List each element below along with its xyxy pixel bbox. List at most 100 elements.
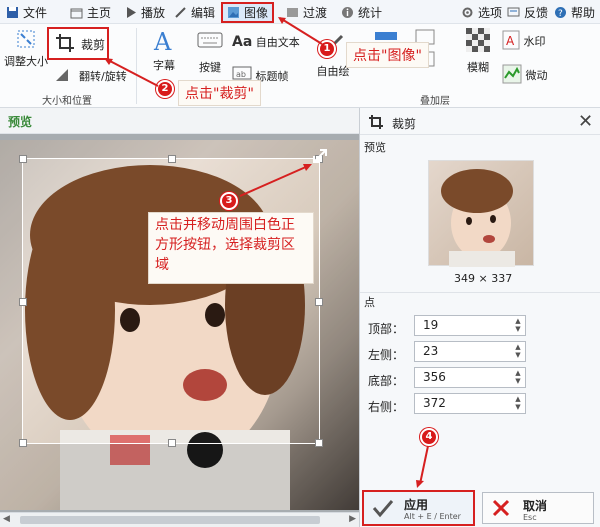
left-label: 左侧： — [368, 348, 405, 362]
panel-divider-2 — [360, 292, 600, 293]
points-label: 点 — [364, 296, 375, 309]
menu-edit[interactable]: 编辑 — [174, 3, 215, 21]
step3-callout: 点击并移动周围白色正方形按钮，选择裁剪区域 — [148, 212, 314, 284]
cancel-label: 取消 — [523, 499, 548, 513]
crop-preview-thumbnail — [428, 160, 534, 267]
watermark-icon: A — [502, 30, 520, 53]
step2-arrow — [104, 58, 159, 87]
menu-stats[interactable]: 统计 — [341, 3, 382, 21]
bottom-value: 356 — [423, 370, 446, 384]
step2-callout: 点击"裁剪" — [178, 80, 261, 106]
cancel-button[interactable]: 取消 Esc — [482, 492, 594, 524]
svg-text:A: A — [506, 34, 515, 48]
play-icon — [124, 6, 137, 19]
jitter-label: 微动 — [525, 69, 548, 82]
apply-shortcut: Alt + E / Enter — [404, 512, 461, 521]
menu-help[interactable]: ? 帮助 — [554, 3, 595, 21]
svg-text:ab: ab — [236, 70, 246, 79]
menu-file[interactable]: 文件 — [6, 3, 47, 21]
panel-title: 裁剪 — [392, 117, 417, 131]
top-value: 19 — [423, 318, 439, 332]
top-stepper-icon[interactable]: ▲ ▼ — [513, 317, 523, 334]
right-stepper-icon[interactable]: ▲ ▼ — [513, 395, 523, 412]
check-icon — [372, 498, 394, 521]
menu-edit-label: 编辑 — [191, 5, 216, 20]
resize-label: 调整大小 — [4, 55, 48, 68]
crop-handle-bottom-left[interactable] — [19, 439, 27, 447]
apply-label: 应用 — [404, 498, 429, 512]
crop-handle-left[interactable] — [19, 298, 27, 306]
menu-feedback-label: 反馈 — [524, 5, 549, 20]
pencil-icon — [174, 6, 187, 19]
menu-home-label: 主页 — [87, 5, 112, 20]
crop-dimensions: 349 × 337 — [454, 272, 513, 285]
menu-home[interactable]: 主页 — [70, 3, 111, 21]
home-icon — [70, 6, 83, 19]
crop-label: 裁剪 — [81, 38, 106, 52]
keys-button[interactable]: 按键 — [190, 30, 230, 74]
step1-arrow — [278, 17, 323, 45]
apply-button[interactable]: 应用 Alt + E / Enter — [362, 490, 475, 526]
crop-handle-right[interactable] — [315, 298, 323, 306]
horizontal-scrollbar[interactable]: ◀ ▶ — [0, 512, 360, 527]
crop-handle-bottom-right[interactable] — [315, 439, 323, 447]
image-icon — [227, 6, 240, 19]
crop-handle-top-left[interactable] — [19, 155, 27, 163]
menu-play-label: 播放 — [141, 5, 166, 20]
bottom-stepper-icon[interactable]: ▲ ▼ — [513, 369, 523, 386]
menu-options-label: 选项 — [478, 5, 503, 20]
watermark-label: 水印 — [523, 35, 546, 48]
right-label: 右侧： — [368, 400, 405, 414]
crop-handle-bottom[interactable] — [168, 439, 176, 447]
info-icon — [341, 6, 354, 19]
scroll-right-icon[interactable]: ▶ — [349, 514, 356, 524]
close-icon[interactable]: ✕ — [578, 111, 593, 132]
feedback-icon — [507, 6, 520, 19]
panel-divider — [360, 134, 600, 135]
left-input[interactable]: 23 ▲ ▼ — [414, 341, 526, 362]
left-stepper-icon[interactable]: ▲ ▼ — [513, 343, 523, 360]
menu-image[interactable]: 图像 — [221, 2, 275, 23]
checker-icon — [466, 28, 490, 55]
svg-text:?: ? — [558, 9, 563, 19]
resize-icon — [15, 30, 37, 53]
crop-selection[interactable] — [19, 155, 323, 447]
preview-header: 预览 — [0, 108, 360, 134]
rotate-icon — [55, 68, 69, 85]
jitter-button[interactable]: 微动 — [502, 64, 562, 86]
right-value: 372 — [423, 396, 446, 410]
right-input[interactable]: 372 ▲ ▼ — [414, 393, 526, 414]
crop-handle-top[interactable] — [168, 155, 176, 163]
group-overlay-label: 叠加层 — [420, 96, 450, 107]
panel-crop-icon — [368, 114, 384, 133]
keyboard-icon — [197, 32, 223, 53]
menu-feedback[interactable]: 反馈 — [507, 3, 548, 21]
gear-icon — [461, 6, 474, 19]
watermark-button[interactable]: A 水印 — [502, 30, 562, 52]
top-label: 顶部： — [368, 322, 405, 336]
bottom-input[interactable]: 356 ▲ ▼ — [414, 367, 526, 388]
menu-help-label: 帮助 — [571, 5, 596, 20]
blur-button[interactable]: 模糊 — [460, 28, 496, 78]
keys-label: 按键 — [199, 61, 221, 74]
scrollbar-thumb[interactable] — [20, 516, 320, 524]
panel-preview-label: 预览 — [364, 141, 386, 154]
bottom-label: 底部： — [368, 374, 405, 388]
svg-text:A: A — [153, 28, 172, 54]
help-icon: ? — [554, 6, 567, 19]
menu-file-label: 文件 — [23, 5, 48, 20]
step3-arrow — [239, 164, 312, 197]
crop-panel: 裁剪 ✕ 预览 349 × 337 点 顶部： 19 ▲ ▼ 左侧： 23 ▲ ▼ 底部… — [359, 108, 600, 527]
step1-callout: 点击"图像" — [346, 42, 429, 68]
menu-options[interactable]: 选项 — [461, 3, 502, 21]
scroll-left-icon[interactable]: ◀ — [3, 514, 10, 524]
cancel-shortcut: Esc — [523, 513, 537, 522]
blur-label: 模糊 — [467, 61, 489, 74]
cancel-x-icon — [491, 498, 511, 521]
menu-stats-label: 统计 — [358, 5, 383, 20]
menu-play[interactable]: 播放 — [124, 3, 165, 21]
menu-image-label: 图像 — [244, 6, 269, 20]
group-size-label: 大小和位置 — [42, 96, 92, 107]
top-input[interactable]: 19 ▲ ▼ — [414, 315, 526, 336]
resize-button[interactable]: 调整大小 — [4, 28, 48, 72]
